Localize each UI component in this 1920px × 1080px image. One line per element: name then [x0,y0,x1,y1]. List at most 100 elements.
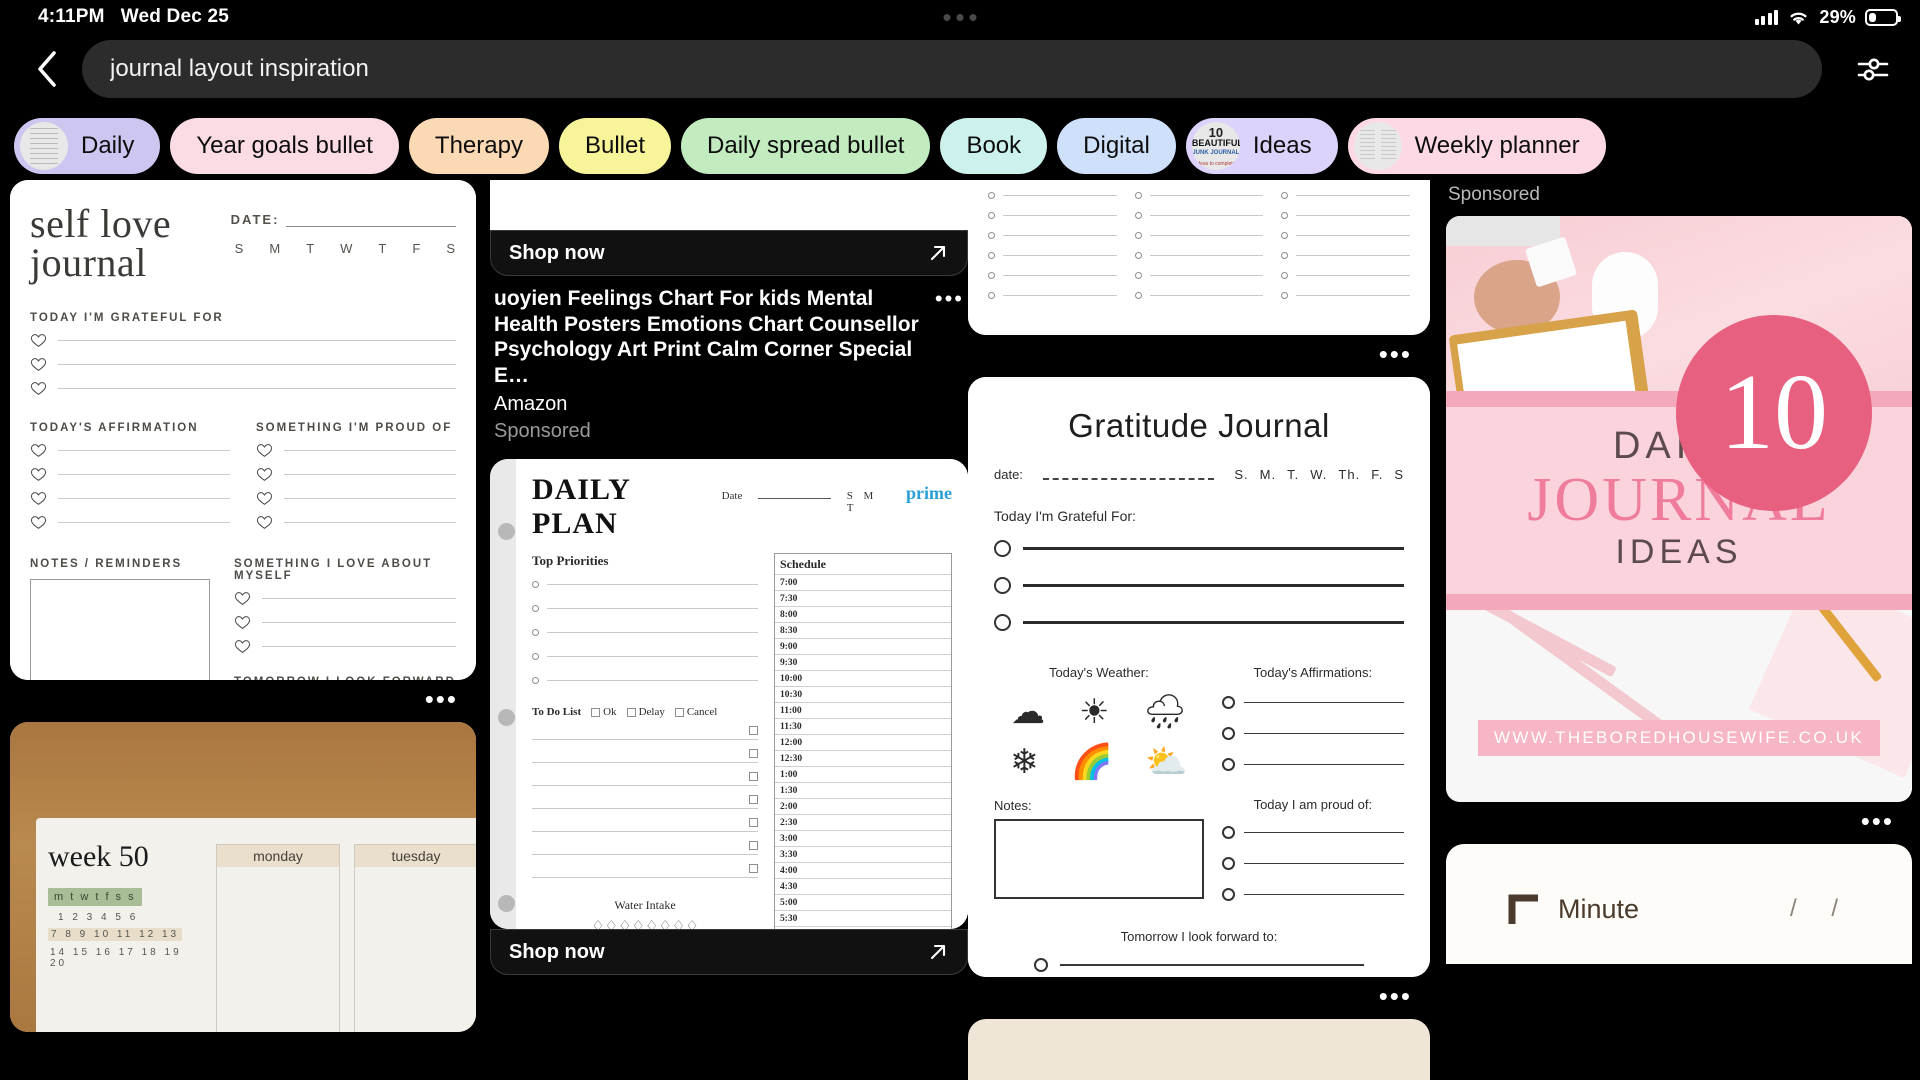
thumb-tiny: ideas to complete [1196,161,1236,167]
minute-label: Minute [1558,893,1640,924]
shop-now-button[interactable]: Shop now [490,929,968,976]
mini-calendar-header: m t w t f s s [48,888,142,906]
multitask-handle[interactable] [943,13,977,21]
shop-now-label: Shop now [509,241,605,264]
filter-chip-daily[interactable]: Daily [14,118,161,174]
notes-label: Notes: [994,798,1032,813]
gratitude-title: Gratitude Journal [1068,407,1330,444]
minute-planner-pin[interactable]: Minute / / [1446,844,1912,965]
filter-chip-bullet[interactable]: Bullet [558,118,672,174]
day-label: S [446,241,456,256]
day-of-week-row: S. M. T. W. Th. F. S [1234,467,1404,482]
feelings-chart-ad[interactable]: Shop now uoyien Feelings Chart For kids … [490,180,968,445]
ad-metadata: uoyien Feelings Chart For kids Mental He… [490,276,968,445]
schedule-time: 4:30 [775,879,951,896]
prime-badge: prime [906,483,952,504]
status-date: Wed Dec 25 [120,6,229,27]
chip-label: Year goals bullet [196,132,373,159]
pin-column-2: Shop now uoyien Feelings Chart For kids … [490,180,968,985]
chip-label: Therapy [434,132,523,159]
todo-label: To Do List [532,706,582,719]
filter-chip-digital[interactable]: Digital [1057,118,1176,174]
ad-url: WWW.THEBOREDHOUSEWIFE.CO.UK [1478,720,1880,757]
day-label: W. [1310,467,1328,482]
heart-icon [30,382,47,396]
gratitude-journal-pin[interactable]: Gratitude Journal date: S. M. T. W. Th. … [968,377,1430,1009]
junk-journal-thumb-icon: 10 BEAUTIFUL JUNK JOURNAL ideas to compl… [1191,122,1240,170]
pin-title: self love journal [30,201,172,286]
filter-button[interactable] [1836,52,1910,86]
legend-ok: Ok [603,706,617,719]
checklist-pin[interactable]: ••• [968,180,1430,367]
arrow-out-icon [930,945,946,960]
pin-overflow-button[interactable]: ••• [968,335,1430,367]
date-label: Date [721,490,743,503]
chip-label: Bullet [584,132,646,159]
shop-now-label: Shop now [509,940,605,963]
weather-label: Today's Weather: [1048,665,1149,680]
week-50-spread-pin[interactable]: week 50 m t w t f s s 1 2 3 4 5 6 7 8 9 … [10,722,476,1032]
filter-chip-book[interactable]: Book [940,118,1048,174]
bottom-cream-pin[interactable] [968,1019,1430,1080]
heart-icon [30,358,47,372]
status-bar: 4:11PM Wed Dec 25 29% [0,0,1920,34]
week-label: week 50 [48,840,149,873]
heart-icon [256,468,273,482]
schedule-time: 12:00 [775,735,951,752]
chip-label: Daily [81,132,135,159]
shop-now-button[interactable]: Shop now [490,230,968,276]
filter-chip-daily-spread-bullet[interactable]: Daily spread bullet [681,118,931,174]
corner-bracket-icon [1508,894,1538,925]
back-button[interactable] [16,49,78,89]
day-label: M. [1259,467,1277,482]
filter-chip-ideas[interactable]: 10 BEAUTIFUL JUNK JOURNAL ideas to compl… [1185,118,1338,174]
day-of-week-row: S M T W T F S [231,241,456,256]
partly-cloudy-icon: ⛅ [1145,743,1188,781]
self-love-journal-pin[interactable]: self love journal DATE: S M T W T F S TO… [10,180,476,712]
pin-overflow-button[interactable]: ••• [968,977,1430,1009]
day-label: F. [1371,467,1384,482]
day-letters: S M T [846,490,878,515]
schedule-time: 2:30 [775,815,951,832]
thumb-word: BEAUTIFUL [1191,138,1240,148]
daily-plan-ad[interactable]: DAILY PLAN Date S M T prime Top Prioriti… [490,459,968,976]
mini-calendar-row: 7 8 9 10 11 12 13 [48,928,183,941]
day-label: F [412,241,422,256]
filter-chip-therapy[interactable]: Therapy [408,118,549,174]
schedule-time: 10:00 [775,671,951,688]
grateful-label: Today I'm Grateful For: [994,508,1136,524]
search-field-wrapper[interactable] [82,40,1822,98]
schedule-time: 7:30 [775,591,951,608]
day-label: S [234,241,245,256]
battery-percent: 29% [1819,6,1856,27]
schedule-time: 12:30 [775,751,951,768]
section-tomorrow: TOMORROW I LOOK FORWARD TO [234,676,456,680]
search-input[interactable] [110,55,1794,83]
schedule-time: 11:00 [775,703,951,720]
battery-icon [1865,8,1901,26]
pin-grid[interactable]: self love journal DATE: S M T W T F S TO… [0,180,1920,1080]
sliders-icon [1857,58,1889,81]
filter-chip-weekly-planner[interactable]: Weekly planner [1347,118,1606,174]
snow-icon: ❄ [1010,743,1039,781]
pin-overflow-button[interactable]: ••• [1446,802,1912,834]
filter-chip-year-goals-bullet[interactable]: Year goals bullet [170,118,399,174]
schedule-time: 7:00 [775,575,951,592]
status-bar-right: 29% [1754,6,1901,28]
day-label: T [306,241,316,256]
daily-journal-ideas-ad[interactable]: Sponsored 10 DAILY JOURNAL IDEAS WWW.THE… [1446,180,1912,834]
legend-delay: Delay [638,706,665,719]
pin-overflow-button[interactable]: ••• [925,286,964,312]
filter-chip-row[interactable]: Daily Year goals bullet Therapy Bullet D… [0,116,1920,176]
ad-photo-bottom: WWW.THEBOREDHOUSEWIFE.CO.UK [1446,610,1912,803]
status-time: 4:11PM [38,6,105,27]
section-grateful: TODAY I'M GRATEFUL FOR [30,312,224,325]
date-label: DATE: [230,212,280,227]
ad-sponsored-label: Sponsored [1448,184,1540,205]
day-label: Th. [1338,467,1361,482]
schedule-time: 9:00 [775,639,951,656]
schedule-label: Schedule [775,554,951,576]
ad-number-badge: 10 [1676,315,1872,511]
pin-overflow-button[interactable]: ••• [10,680,476,712]
planner-thumb-icon [1353,122,1402,170]
